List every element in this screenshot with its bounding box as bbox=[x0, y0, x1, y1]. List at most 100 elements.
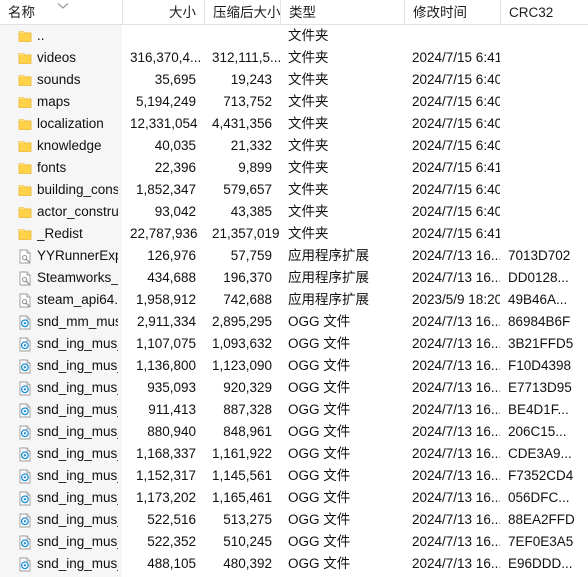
table-row[interactable]: building_const... 1,852,347 579,657 文件夹 2024… bbox=[0, 179, 588, 201]
file-name-label: snd_ing_mus_g... bbox=[37, 556, 118, 571]
table-row[interactable]: snd_ing_mus_g... 522,516 513,275 OGG 文件 2024… bbox=[0, 509, 588, 531]
file-date-cell: 2024/7/13 16... bbox=[412, 314, 500, 329]
file-type-cell: OGG 文件 bbox=[288, 358, 351, 373]
file-type-cell: 文件夹 bbox=[288, 160, 329, 175]
file-name-label: Steamworks_x... bbox=[37, 270, 118, 285]
file-packed-cell: 312,111,5... bbox=[212, 50, 280, 65]
file-date-cell: 2024/7/13 16... bbox=[412, 468, 500, 483]
table-row[interactable]: maps 5,194,249 713,752 文件夹 2024/7/15 6:40 bbox=[0, 91, 588, 113]
file-packed-cell: 887,328 bbox=[223, 402, 272, 417]
file-size-cell: 2,911,334 bbox=[136, 314, 196, 329]
file-size-cell: 1,958,912 bbox=[135, 292, 196, 307]
file-name-label: snd_ing_mus_s... bbox=[37, 358, 118, 373]
file-packed-cell: 57,759 bbox=[230, 248, 272, 263]
dll-file-icon bbox=[18, 249, 32, 264]
table-row[interactable]: snd_ing_mus_g... 488,105 480,392 OGG 文件 2024… bbox=[0, 553, 588, 575]
file-date-cell: 2024/7/15 6:40 bbox=[412, 116, 500, 131]
table-row[interactable]: fonts 22,396 9,899 文件夹 2024/7/15 6:41 bbox=[0, 157, 588, 179]
file-name-cell: YYRunnerExpe... bbox=[0, 245, 122, 267]
table-row[interactable]: snd_ing_mus_ly... 911,413 887,328 OGG 文件 202… bbox=[0, 399, 588, 421]
table-row[interactable]: snd_ing_mus_g... 522,352 510,245 OGG 文件 2024… bbox=[0, 531, 588, 553]
file-name-cell: snd_ing_mus_ly... bbox=[0, 399, 122, 421]
file-crc-cell: 056DFC... bbox=[508, 490, 570, 505]
file-type-cell: 应用程序扩展 bbox=[288, 248, 369, 263]
file-crc-cell bbox=[500, 47, 588, 69]
file-packed-cell: 1,161,922 bbox=[212, 446, 273, 461]
ogg-audio-file-icon bbox=[18, 425, 32, 440]
file-packed-cell: 19,243 bbox=[230, 72, 272, 87]
table-row[interactable]: snd_ing_mus_s... 1,136,800 1,123,090 OGG 文件… bbox=[0, 355, 588, 377]
file-date-cell: 2024/7/13 16... bbox=[412, 336, 500, 351]
file-date-cell: 2024/7/13 16... bbox=[412, 446, 500, 461]
file-packed-cell: 1,093,632 bbox=[212, 336, 273, 351]
file-packed-cell: 21,357,019 bbox=[212, 226, 280, 241]
column-header-crc[interactable]: CRC32 bbox=[500, 0, 588, 24]
file-name-label: snd_ing_mus_ly... bbox=[37, 424, 118, 439]
archive-file-list: 名称 大小 压缩后大小 类型 修改时间 CRC32 .. 文件夹 videos 316,370,… bbox=[0, 0, 588, 577]
file-crc-cell bbox=[500, 201, 588, 223]
table-row[interactable]: .. 文件夹 bbox=[0, 25, 588, 47]
table-row[interactable]: sounds 35,695 19,243 文件夹 2024/7/15 6:40 bbox=[0, 69, 588, 91]
table-row[interactable]: _Redist 22,787,936 21,357,019 文件夹 2024/7/15 … bbox=[0, 223, 588, 245]
ogg-audio-file-icon bbox=[18, 469, 32, 484]
file-crc-cell: 88EA2FFD bbox=[508, 512, 575, 527]
file-type-cell: OGG 文件 bbox=[288, 336, 351, 351]
folder-icon bbox=[18, 227, 32, 242]
file-type-cell: 文件夹 bbox=[288, 204, 329, 219]
file-packed-cell: 21,332 bbox=[230, 138, 272, 153]
file-crc-cell bbox=[500, 157, 588, 179]
file-size-cell: 126,976 bbox=[147, 248, 196, 263]
file-type-cell: 文件夹 bbox=[288, 138, 329, 153]
file-crc-cell bbox=[500, 91, 588, 113]
column-header-date[interactable]: 修改时间 bbox=[404, 0, 500, 24]
folder-icon bbox=[18, 139, 32, 154]
file-name-cell: snd_ing_mus_s... bbox=[0, 333, 122, 355]
file-type-cell: 文件夹 bbox=[288, 94, 329, 109]
table-row[interactable]: snd_ing_mus_s... 1,107,075 1,093,632 OGG 文件… bbox=[0, 333, 588, 355]
table-row[interactable]: snd_ing_mus_ly... 880,940 848,961 OGG 文件 202… bbox=[0, 421, 588, 443]
file-rows-container[interactable]: .. 文件夹 videos 316,370,4... 312,111,5... 文件夹 20… bbox=[0, 25, 588, 577]
file-crc-cell: 49B46A... bbox=[508, 292, 568, 307]
table-row[interactable]: snd_ing_mus_g... 1,168,337 1,161,922 OGG 文件… bbox=[0, 443, 588, 465]
file-name-cell: snd_ing_mus_s... bbox=[0, 355, 122, 377]
folder-icon bbox=[18, 117, 32, 132]
file-size-cell: 1,107,075 bbox=[135, 336, 196, 351]
file-crc-cell: BE4D1F... bbox=[508, 402, 569, 417]
table-row[interactable]: snd_mm_mus_... 2,911,334 2,895,295 OGG 文件 20… bbox=[0, 311, 588, 333]
folder-icon bbox=[18, 205, 32, 220]
file-packed-cell: 43,385 bbox=[230, 204, 272, 219]
file-size-cell: 5,194,249 bbox=[135, 94, 196, 109]
file-type-cell: 应用程序扩展 bbox=[288, 292, 369, 307]
file-date-cell: 2024/7/13 16... bbox=[412, 556, 500, 571]
table-row[interactable]: knowledge 40,035 21,332 文件夹 2024/7/15 6:40 bbox=[0, 135, 588, 157]
file-name-label: .. bbox=[37, 28, 45, 43]
ogg-audio-file-icon bbox=[18, 491, 32, 506]
table-row[interactable]: steam_api64.dll 1,958,912 742,688 应用程序扩展 202… bbox=[0, 289, 588, 311]
file-crc-cell bbox=[500, 69, 588, 91]
folder-icon bbox=[18, 161, 32, 176]
file-size-cell bbox=[122, 25, 204, 47]
file-type-cell: 文件夹 bbox=[288, 28, 329, 43]
file-name-cell: knowledge bbox=[0, 135, 122, 157]
file-packed-cell: 1,165,461 bbox=[212, 490, 273, 505]
table-row[interactable]: Steamworks_x... 434,688 196,370 应用程序扩展 2024/… bbox=[0, 267, 588, 289]
table-row[interactable]: actor_construc... 93,042 43,385 文件夹 2024/7/1… bbox=[0, 201, 588, 223]
file-crc-cell: 7EF0E3A5 bbox=[508, 534, 574, 549]
file-date-cell: 2023/5/9 18:20 bbox=[412, 292, 500, 307]
column-header-size[interactable]: 大小 bbox=[122, 0, 204, 24]
column-header-type[interactable]: 类型 bbox=[280, 0, 404, 24]
column-header-name[interactable]: 名称 bbox=[0, 0, 122, 24]
table-row[interactable]: snd_ing_mus_s... 935,093 920,329 OGG 文件 2024… bbox=[0, 377, 588, 399]
folder-icon bbox=[18, 51, 32, 66]
ogg-audio-file-icon bbox=[18, 337, 32, 352]
file-name-label: maps bbox=[37, 94, 71, 109]
table-row[interactable]: localization 12,331,054 4,431,356 文件夹 2024/7… bbox=[0, 113, 588, 135]
table-row[interactable]: YYRunnerExpe... 126,976 57,759 应用程序扩展 2024/7… bbox=[0, 245, 588, 267]
file-size-cell: 488,105 bbox=[147, 556, 196, 571]
table-row[interactable]: videos 316,370,4... 312,111,5... 文件夹 2024/7/… bbox=[0, 47, 588, 69]
column-header-packed[interactable]: 压缩后大小 bbox=[204, 0, 280, 24]
column-header-row: 名称 大小 压缩后大小 类型 修改时间 CRC32 bbox=[0, 0, 588, 25]
table-row[interactable]: snd_ing_mus_g... 1,152,317 1,145,561 OGG 文件… bbox=[0, 465, 588, 487]
file-type-cell: 文件夹 bbox=[288, 116, 329, 131]
table-row[interactable]: snd_ing_mus_g... 1,173,202 1,165,461 OGG 文件… bbox=[0, 487, 588, 509]
